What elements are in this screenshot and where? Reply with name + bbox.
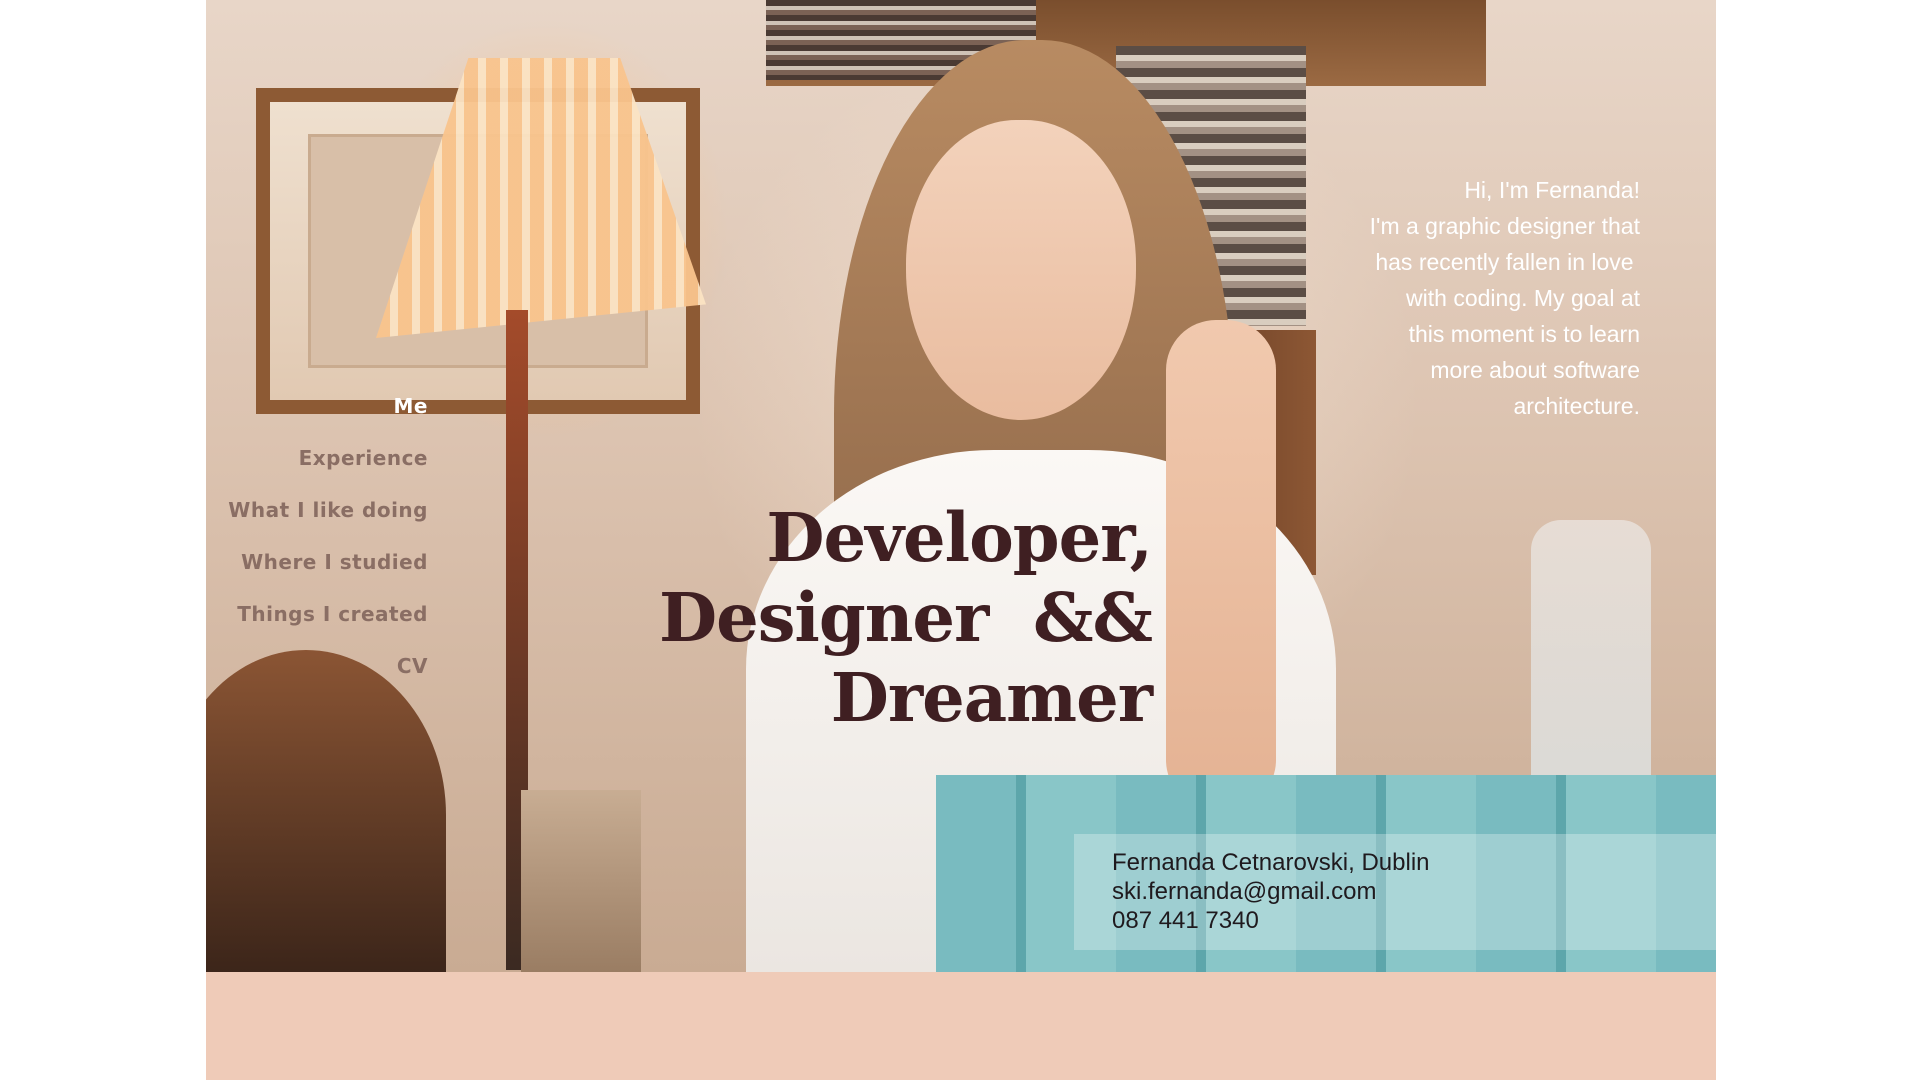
intro-line: with coding. My goal at <box>1406 285 1640 311</box>
headline-line: Designer && <box>658 578 1153 657</box>
intro-line: I'm a graphic designer that <box>1369 213 1640 239</box>
wooden-table <box>521 790 641 972</box>
side-navigation: Me Experience What I like doing Where I … <box>206 390 428 702</box>
nav-item-what-i-like-doing[interactable]: What I like doing <box>206 494 428 546</box>
contact-phone[interactable]: 087 441 7340 <box>1112 906 1716 935</box>
contact-box: Fernanda Cetnarovski, Dublin ski.fernand… <box>1074 834 1716 950</box>
nav-item-me[interactable]: Me <box>206 390 428 442</box>
nav-item-things-i-created[interactable]: Things I created <box>206 598 428 650</box>
headline-line: Dreamer <box>830 658 1153 737</box>
intro-line: this moment is to learn <box>1408 321 1640 347</box>
contact-name-city: Fernanda Cetnarovski, Dublin <box>1112 849 1430 876</box>
contact-email[interactable]: ski.fernanda@gmail.com <box>1112 877 1716 906</box>
intro-line: Hi, I'm Fernanda! <box>1464 177 1640 203</box>
hero-headline: Developer, Designer && Dreamer <box>496 498 1153 738</box>
hero-photo: Me Experience What I like doing Where I … <box>206 0 1716 972</box>
intro-line: architecture. <box>1513 393 1640 419</box>
portrait-face <box>906 120 1136 420</box>
nav-item-experience[interactable]: Experience <box>206 442 428 494</box>
headline-line: Developer, <box>766 498 1153 577</box>
nav-item-where-i-studied[interactable]: Where I studied <box>206 546 428 598</box>
nav-item-cv[interactable]: CV <box>206 650 428 702</box>
intro-line: has recently fallen in love <box>1375 249 1640 275</box>
intro-line: more about software <box>1430 357 1640 383</box>
intro-text: Hi, I'm Fernanda! I'm a graphic designer… <box>1220 172 1640 424</box>
page: Me Experience What I like doing Where I … <box>206 0 1716 1080</box>
